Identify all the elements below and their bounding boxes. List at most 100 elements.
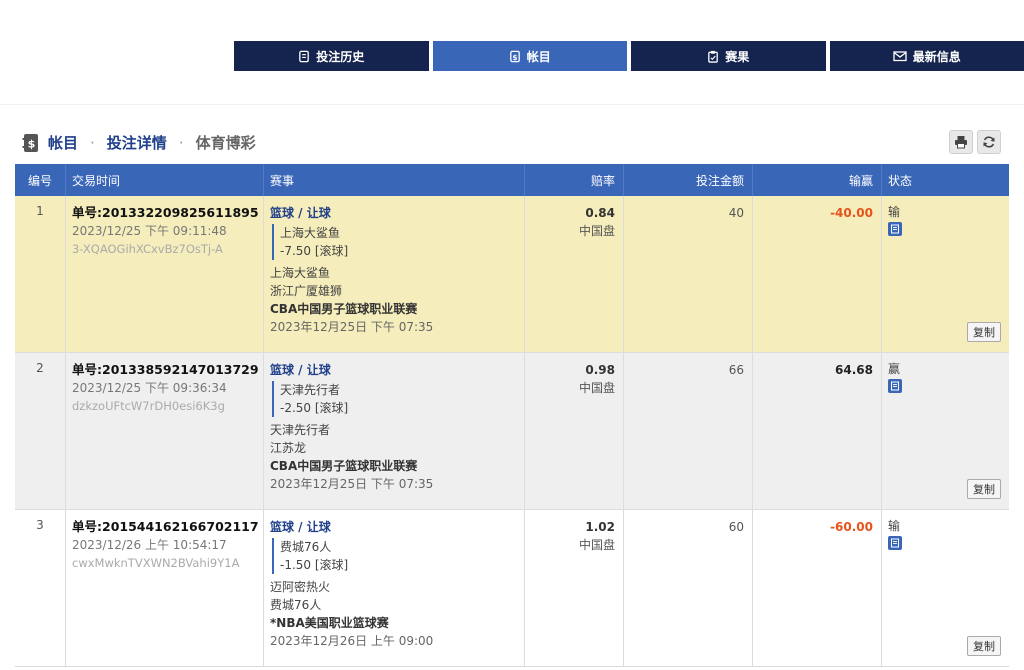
winloss-cell: 64.68 — [752, 353, 881, 509]
header-odds: 赔率 — [524, 164, 623, 196]
receipt-icon[interactable] — [888, 536, 902, 550]
team-away: 江苏龙 — [270, 441, 307, 455]
clipboard-icon — [708, 50, 719, 63]
mail-icon — [893, 51, 907, 62]
amount-cell: 66 — [623, 353, 752, 509]
receipt-glyph-icon — [891, 224, 899, 234]
breadcrumb-ledger[interactable]: 帐目 — [48, 132, 78, 153]
team-home: 迈阿密热火 — [270, 580, 331, 594]
receipt-icon[interactable] — [888, 379, 902, 393]
table-row: 1 单号:201332209825611895 2023/12/25 下午 09… — [15, 196, 1009, 353]
toolbar — [949, 130, 1001, 154]
bet-amount: 40 — [728, 206, 744, 220]
time-cell: 单号:201544162166702117 2023/12/26 上午 10:5… — [65, 510, 263, 666]
transaction-time: 2023/12/25 下午 09:36:34 — [72, 381, 227, 395]
time-cell: 单号:201338592147013729 2023/12/25 下午 09:3… — [65, 353, 263, 509]
breadcrumb-separator: · — [178, 133, 184, 152]
transaction-time: 2023/12/26 上午 10:54:17 — [72, 538, 227, 552]
receipt-icon[interactable] — [888, 222, 902, 236]
handicap-line: -2.50 [滚球] — [280, 401, 349, 415]
nav-results[interactable]: 赛果 — [631, 41, 826, 71]
divider — [0, 104, 1024, 105]
nav-latest-info[interactable]: 最新信息 — [829, 41, 1024, 71]
odds-value: 0.84 — [585, 206, 615, 220]
pick: 费城76人 — [280, 540, 332, 554]
breadcrumb-sports-betting: 体育博彩 — [195, 134, 256, 152]
bet-amount: 60 — [728, 520, 744, 534]
order-id: 单号:201332209825611895 — [72, 205, 259, 220]
breadcrumb-bet-details[interactable]: 投注详情 — [107, 132, 167, 153]
row-number: 2 — [36, 361, 44, 375]
transaction-code: dzkzoUFtcW7rDH0esi6K3g — [72, 399, 225, 413]
sport-bet-type: 篮球 / 让球 — [270, 520, 331, 534]
top-navigation: 投注历史 $ 帐目 赛果 最新信息 — [234, 41, 1024, 71]
bet-selection: 上海大鲨鱼 -7.50 [滚球] — [272, 224, 524, 260]
winloss-cell: -40.00 — [752, 196, 881, 352]
winloss-value: -40.00 — [830, 206, 873, 220]
print-button[interactable] — [949, 130, 973, 154]
table-header: 编号 交易时间 赛事 赔率 投注金额 输赢 状态 — [15, 164, 1009, 196]
status-text: 输 — [888, 519, 901, 533]
winloss-value: -60.00 — [830, 520, 873, 534]
nav-ledger[interactable]: $ 帐目 — [432, 41, 627, 71]
pick: 上海大鲨鱼 — [280, 226, 341, 240]
nav-bet-history[interactable]: 投注历史 — [234, 41, 429, 71]
row-number: 1 — [36, 204, 44, 218]
team-home: 天津先行者 — [270, 423, 331, 437]
odds-type: 中国盘 — [578, 224, 615, 238]
winloss-cell: -60.00 — [752, 510, 881, 666]
copy-button[interactable]: 复制 — [967, 479, 1001, 499]
event-cell: 篮球 / 让球 上海大鲨鱼 -7.50 [滚球] 上海大鲨鱼 浙江广厦雄狮 CB… — [263, 196, 524, 352]
nav-label: 投注历史 — [316, 49, 365, 64]
breadcrumb: $ 帐目 · 投注详情 · 体育博彩 — [22, 132, 256, 153]
ledger-table: 编号 交易时间 赛事 赔率 投注金额 输赢 状态 1 单号:2013322098… — [15, 164, 1009, 667]
bet-amount: 66 — [728, 363, 744, 377]
status-cell: 赢 复制 — [881, 353, 1009, 509]
row-number: 3 — [36, 518, 44, 532]
time-cell: 单号:201332209825611895 2023/12/25 下午 09:1… — [65, 196, 263, 352]
transaction-code: cwxMwknTVXWN2BVahi9Y1A — [72, 556, 240, 570]
handicap-line: -1.50 [滚球] — [280, 558, 349, 572]
order-id: 单号:201544162166702117 — [72, 519, 259, 534]
copy-button[interactable]: 复制 — [967, 322, 1001, 342]
nav-label: 帐目 — [526, 49, 551, 64]
bet-selection: 费城76人 -1.50 [滚球] — [272, 538, 524, 574]
transaction-code: 3-XQAOGihXCxvBz7OsTj-A — [72, 242, 223, 256]
svg-text:$: $ — [28, 137, 36, 150]
header-status: 状态 — [881, 164, 1009, 196]
league: CBA中国男子篮球职业联赛 — [270, 459, 418, 473]
nav-label: 赛果 — [725, 49, 750, 64]
header-no: 编号 — [27, 173, 52, 188]
header-event: 赛事 — [263, 164, 524, 196]
team-home: 上海大鲨鱼 — [270, 266, 331, 280]
team-away: 费城76人 — [270, 598, 322, 612]
status-cell: 输 复制 — [881, 510, 1009, 666]
bet-selection: 天津先行者 -2.50 [滚球] — [272, 381, 524, 417]
header-winloss: 输赢 — [752, 164, 881, 196]
ledger-icon: $ — [509, 50, 520, 62]
svg-text:$: $ — [512, 52, 517, 61]
amount-cell: 60 — [623, 510, 752, 666]
event-cell: 篮球 / 让球 费城76人 -1.50 [滚球] 迈阿密热火 费城76人 *NB… — [263, 510, 524, 666]
copy-button[interactable]: 复制 — [967, 636, 1001, 656]
league: *NBA美国职业篮球赛 — [270, 616, 389, 630]
printer-icon — [955, 136, 967, 149]
receipt-glyph-icon — [891, 381, 899, 391]
odds-type: 中国盘 — [578, 381, 615, 395]
status-cell: 输 复制 — [881, 196, 1009, 352]
refresh-button[interactable] — [977, 130, 1001, 154]
transaction-time: 2023/12/25 下午 09:11:48 — [72, 224, 227, 238]
team-away: 浙江广厦雄狮 — [270, 284, 343, 298]
event-cell: 篮球 / 让球 天津先行者 -2.50 [滚球] 天津先行者 江苏龙 CBA中国… — [263, 353, 524, 509]
refresh-icon — [983, 136, 995, 148]
odds-value: 0.98 — [585, 363, 615, 377]
odds-value: 1.02 — [585, 520, 615, 534]
odds-cell: 0.98 中国盘 — [524, 353, 623, 509]
league: CBA中国男子篮球职业联赛 — [270, 302, 418, 316]
odds-type: 中国盘 — [578, 538, 615, 552]
pick: 天津先行者 — [280, 383, 341, 397]
odds-cell: 1.02 中国盘 — [524, 510, 623, 666]
receipt-glyph-icon — [891, 538, 899, 548]
header-amount: 投注金额 — [623, 164, 752, 196]
table-row: 3 单号:201544162166702117 2023/12/26 上午 10… — [15, 510, 1009, 667]
